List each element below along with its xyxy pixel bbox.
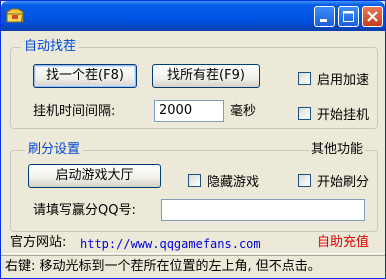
launch-lobby-button[interactable]: 启动游戏大厅 — [28, 164, 161, 188]
enable-speedup-label: 启用加速 — [317, 73, 370, 88]
find-one-button[interactable]: 找一个茬(F8) — [33, 64, 137, 88]
close-icon — [367, 11, 378, 22]
hide-game-box[interactable] — [188, 174, 201, 187]
start-brush-box[interactable] — [298, 174, 311, 187]
qq-label: 请填写赢分QQ号: — [33, 203, 136, 218]
enable-speedup-checkbox[interactable]: 启用加速 — [298, 69, 369, 88]
title-bar[interactable] — [1, 1, 385, 31]
recharge-link[interactable]: 自助充值 — [317, 235, 369, 251]
enable-speedup-box[interactable] — [298, 72, 311, 85]
minimize-button[interactable] — [314, 6, 335, 27]
site-link[interactable]: http://www.qqgamefans.com — [80, 236, 261, 252]
status-divider — [3, 253, 383, 254]
status-bar: 右键: 移动光标到一个茬所在位置的左上角, 但不点击。 — [1, 255, 385, 278]
site-label: 官方网站: — [10, 235, 67, 250]
start-brush-label: 开始刷分 — [317, 175, 370, 190]
close-button[interactable] — [362, 6, 383, 27]
hide-game-label: 隐藏游戏 — [207, 175, 260, 190]
hide-game-checkbox[interactable]: 隐藏游戏 — [188, 171, 259, 190]
maximize-button[interactable] — [338, 6, 359, 27]
interval-label: 挂机时间间隔: — [33, 104, 116, 119]
score-settings-legend: 刷分设置 — [25, 142, 84, 158]
folder-icon — [6, 7, 24, 25]
maximize-icon — [343, 11, 354, 22]
other-features-label: 其他功能 — [309, 142, 366, 158]
auto-find-legend: 自动找茬 — [21, 39, 80, 55]
start-idle-checkbox[interactable]: 开始挂机 — [298, 104, 369, 123]
status-text: 右键: 移动光标到一个茬所在位置的左上角, 但不点击。 — [5, 259, 321, 274]
find-all-button[interactable]: 找所有茬(F9) — [152, 64, 260, 88]
app-window: 自动找茬 找一个茬(F8) 找所有茬(F9) 启用加速 挂机时间间隔: 2000… — [0, 0, 386, 279]
minimize-icon — [320, 19, 327, 22]
start-brush-checkbox[interactable]: 开始刷分 — [298, 171, 369, 190]
interval-input[interactable]: 2000 — [154, 100, 224, 122]
start-idle-box[interactable] — [298, 107, 311, 120]
qq-input[interactable] — [161, 199, 365, 221]
interval-unit: 毫秒 — [230, 104, 257, 119]
start-idle-label: 开始挂机 — [317, 108, 370, 123]
